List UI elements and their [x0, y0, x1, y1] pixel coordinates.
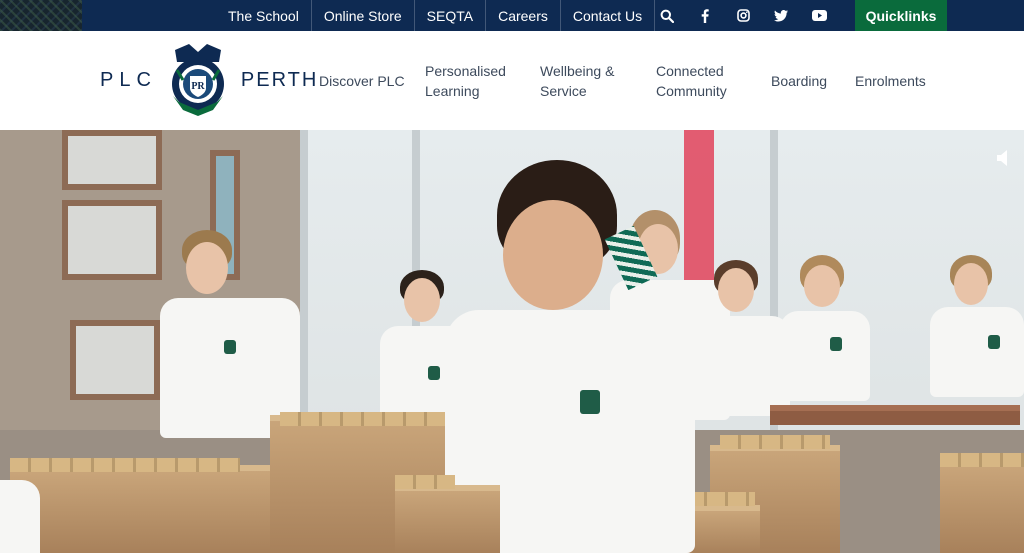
wall-panel: [70, 320, 160, 400]
xylophone-bars: [10, 458, 240, 472]
xylophone-bars: [940, 453, 1024, 467]
school-crest-logo: PR: [171, 43, 224, 116]
xylophone: [940, 460, 1024, 553]
nav-connected-community[interactable]: Connected Community: [656, 61, 756, 101]
search-icon[interactable]: [648, 0, 686, 31]
link-the-school[interactable]: The School: [216, 0, 312, 31]
facebook-icon[interactable]: [686, 0, 724, 31]
nav-personalised-learning[interactable]: Personalised Learning: [425, 61, 525, 101]
social-icons: [648, 0, 838, 31]
youtube-icon[interactable]: [800, 0, 838, 31]
nav-wellbeing-service[interactable]: Wellbeing & Service: [540, 61, 640, 101]
top-utility-bar: The School Online Store SEQTA Careers Co…: [0, 0, 1024, 31]
twitter-icon[interactable]: [762, 0, 800, 31]
site-header: PLC PR PERTH Discover PLC Personalised L…: [0, 31, 1024, 130]
nav-enrolments[interactable]: Enrolments: [855, 71, 945, 91]
link-careers[interactable]: Careers: [486, 0, 561, 31]
svg-text:PR: PR: [191, 81, 205, 92]
student: [930, 255, 1024, 425]
nav-boarding[interactable]: Boarding: [771, 71, 841, 91]
wall-panel: [62, 200, 162, 280]
tartan-decoration: [0, 0, 82, 31]
link-online-store[interactable]: Online Store: [312, 0, 415, 31]
link-contact-us[interactable]: Contact Us: [561, 0, 656, 31]
nav-discover-plc[interactable]: Discover PLC: [319, 71, 409, 91]
student: [0, 470, 40, 553]
site-logo[interactable]: PLC PR PERTH: [100, 31, 318, 130]
wall-panel: [62, 130, 162, 190]
utility-links: The School Online Store SEQTA Careers Co…: [216, 0, 656, 31]
speaker-icon[interactable]: [994, 148, 1014, 168]
quicklinks-button[interactable]: Quicklinks: [855, 0, 947, 31]
brand-left-word: PLC: [100, 69, 157, 91]
student: [780, 255, 870, 425]
hero-video[interactable]: [0, 130, 1024, 553]
xylophone-bars: [395, 475, 455, 489]
window-frame: [300, 130, 308, 430]
xylophone-bars: [720, 435, 830, 449]
topbar-spacer: [947, 0, 1024, 31]
marimba: [770, 405, 1020, 425]
xylophone-bars: [280, 412, 450, 426]
link-seqta[interactable]: SEQTA: [415, 0, 487, 31]
xylophone: [395, 485, 500, 553]
instagram-icon[interactable]: [724, 0, 762, 31]
xylophone: [10, 465, 270, 553]
brand-right-word: PERTH: [240, 69, 319, 91]
